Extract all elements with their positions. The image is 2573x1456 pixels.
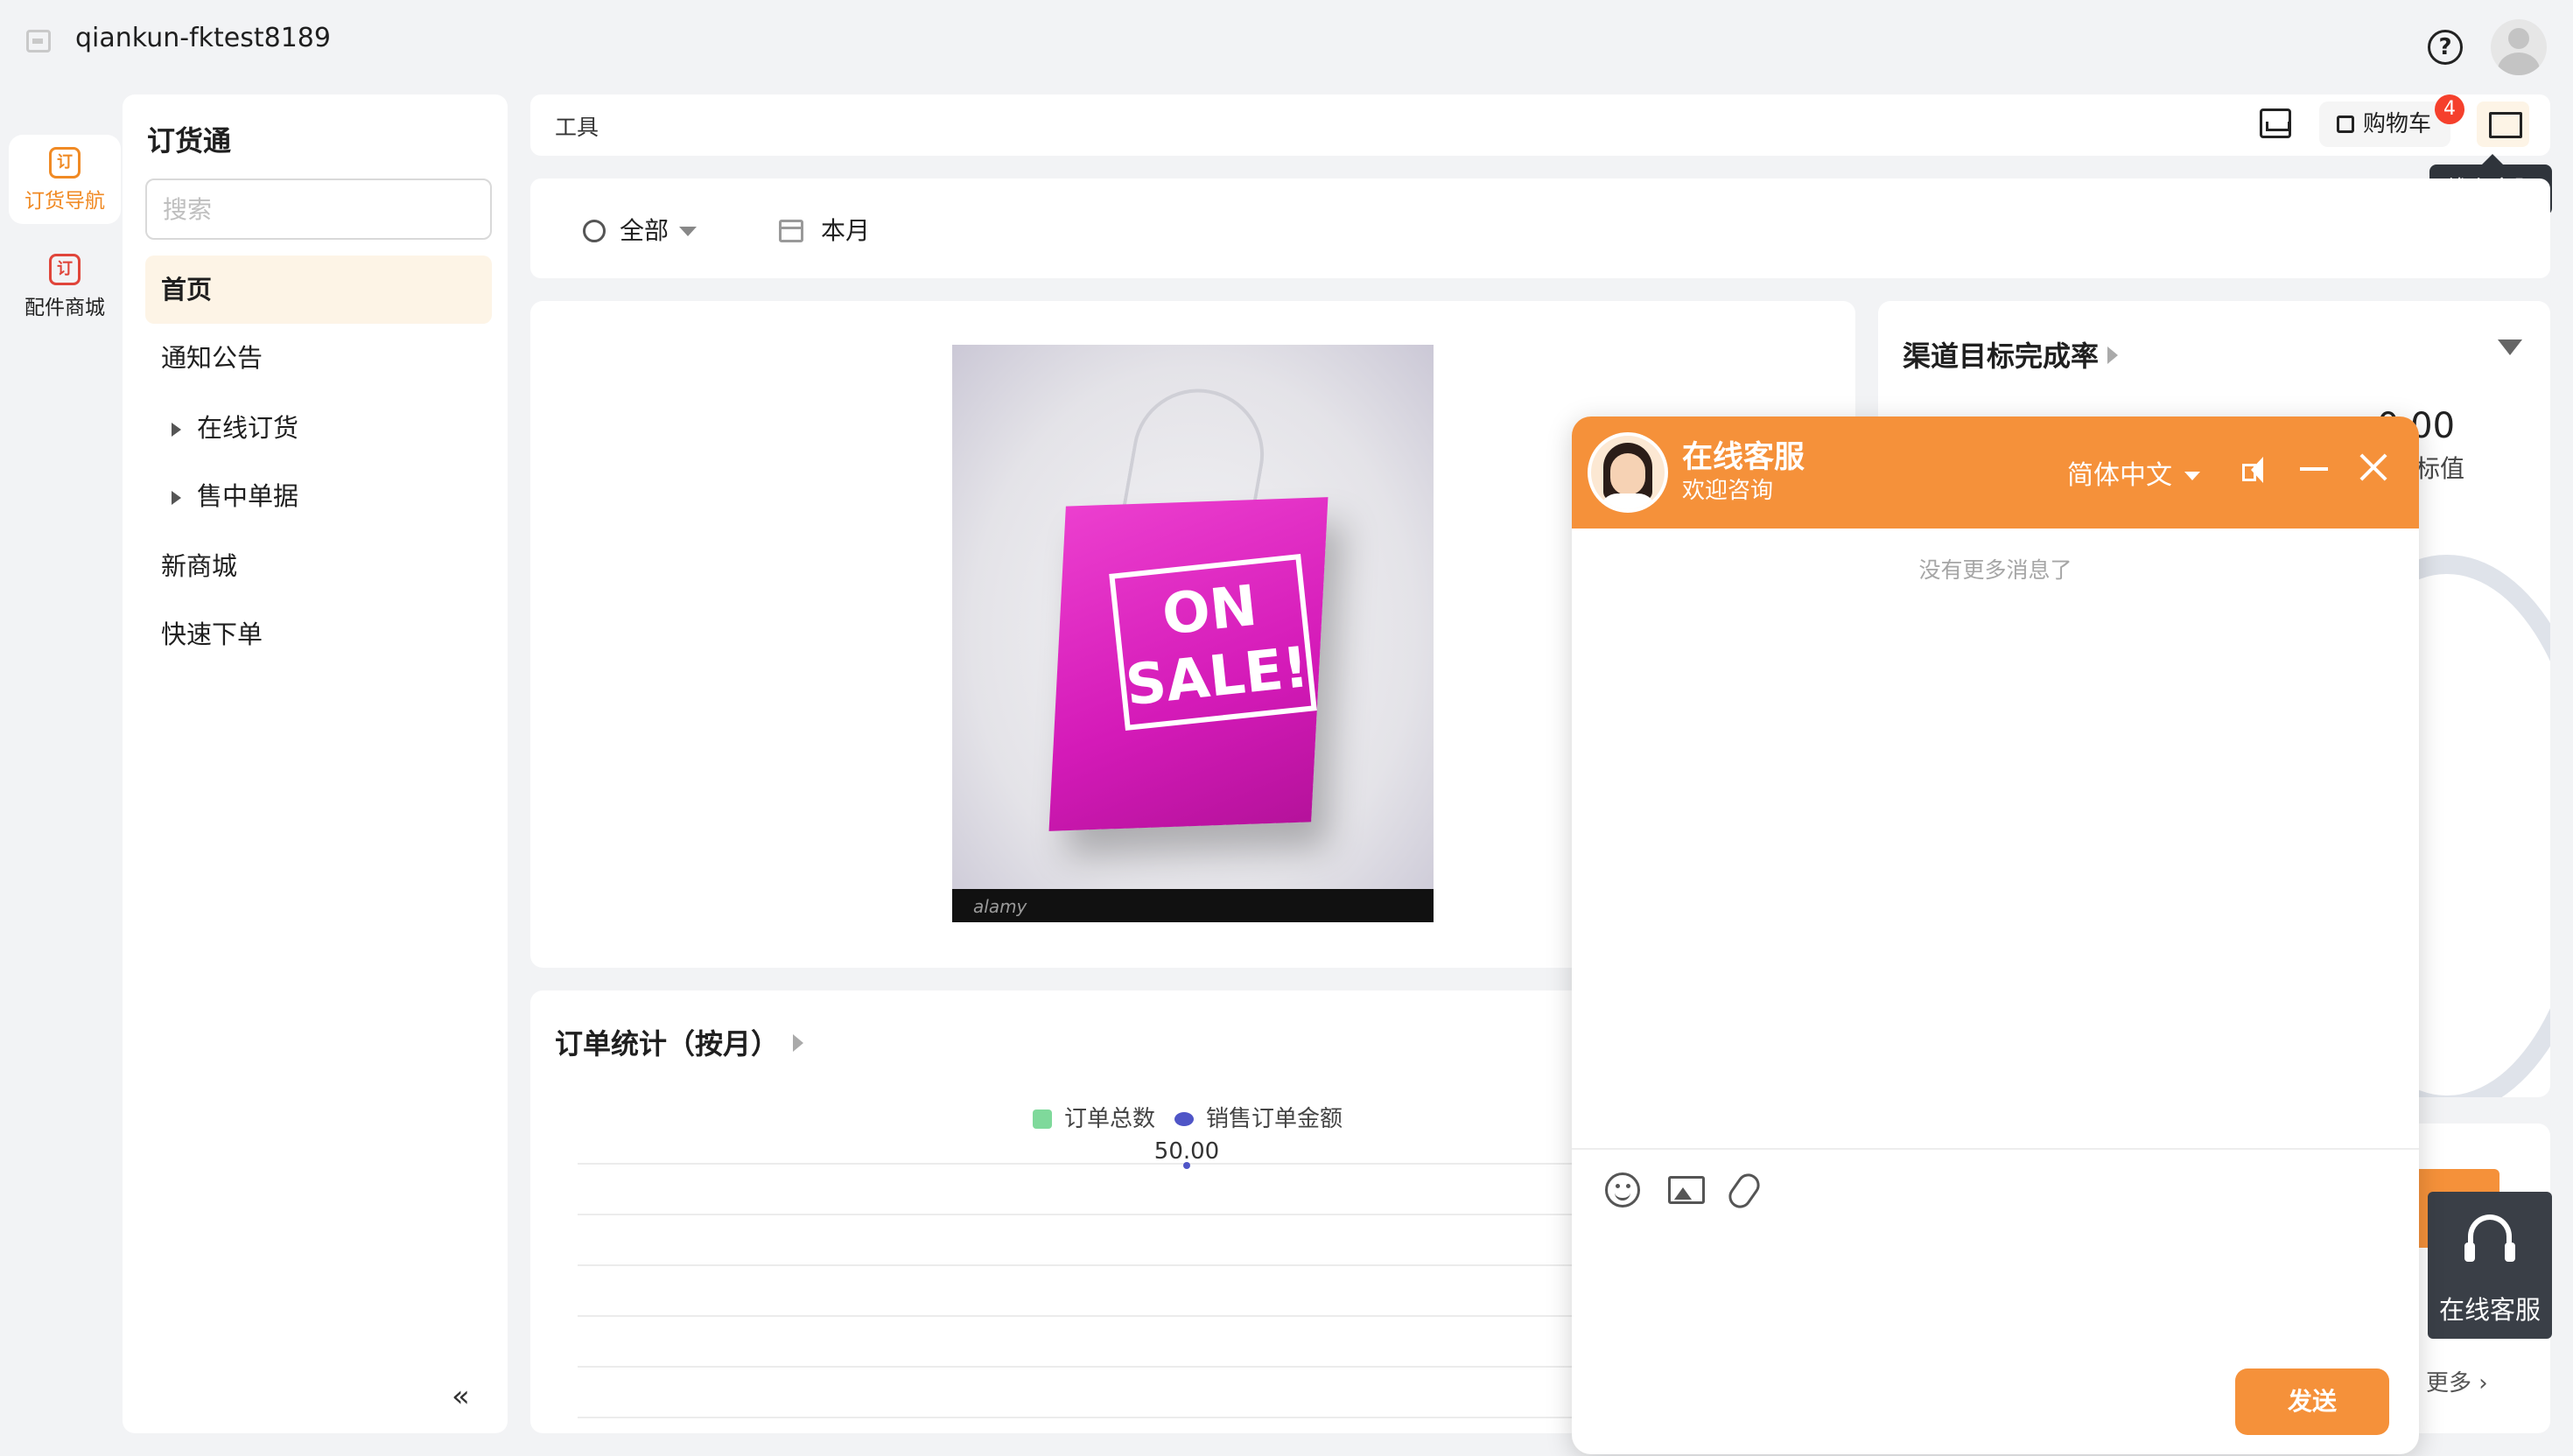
online-service-float-button[interactable]: 在线客服	[2428, 1192, 2552, 1339]
scope-filter-label: 全部	[620, 216, 670, 245]
speaker-mute-icon[interactable]	[2240, 455, 2272, 485]
nav-item-label: 首页	[161, 275, 213, 304]
user-circle-icon	[583, 220, 606, 242]
chat-title: 在线客服	[1682, 440, 1805, 475]
language-label: 简体中文	[2067, 460, 2172, 491]
cart-label: 购物车	[2363, 111, 2432, 137]
toolbar-label: 工具	[555, 115, 599, 140]
calendar-icon	[779, 220, 803, 242]
caret-down-icon	[2184, 472, 2200, 480]
language-select[interactable]: 简体中文	[2067, 453, 2200, 492]
agent-avatar	[1588, 432, 1668, 513]
channel-target-title-text: 渠道目标完成率	[1903, 340, 2100, 373]
attachment-icon[interactable]	[1724, 1169, 1764, 1213]
image-watermark: alamy	[973, 896, 1027, 917]
nav-title: 订货通	[147, 124, 232, 158]
rail-item-order-nav[interactable]: 订 订货导航	[9, 135, 121, 224]
order-nav-icon: 订	[49, 147, 81, 178]
channel-target-title[interactable]: 渠道目标完成率	[1903, 334, 2119, 374]
cart-count-badge: 4	[2435, 94, 2464, 124]
filter-icon[interactable]	[2498, 340, 2522, 355]
nav-panel: 订货通 首页 通知公告 在线订货 售中单据 新商城 快速下单 «	[123, 94, 508, 1433]
help-icon[interactable]: ?	[2428, 30, 2463, 65]
toolbar: 工具 购物车 4	[530, 94, 2550, 156]
nav-item-label: 在线订货	[197, 413, 299, 443]
scope-filter-dropdown[interactable]: 全部	[583, 212, 698, 247]
nav-item-online-order[interactable]: 在线订货	[145, 394, 492, 462]
nav-item-label: 通知公告	[161, 343, 263, 373]
app-icon	[26, 30, 51, 52]
nav-item-sales-docs[interactable]: 售中单据	[145, 462, 492, 530]
user-avatar[interactable]	[2491, 19, 2547, 75]
nav-item-notices[interactable]: 通知公告	[145, 324, 492, 392]
online-service-toggle-button[interactable]	[2477, 102, 2529, 147]
image-upload-icon[interactable]	[1668, 1176, 1705, 1204]
chat-header: 在线客服 欢迎咨询 简体中文	[1572, 416, 2419, 528]
no-more-messages-text: 没有更多消息了	[1918, 557, 2072, 583]
expand-triangle-icon[interactable]	[172, 491, 181, 505]
chat-divider	[1572, 1148, 2419, 1150]
chevron-right-icon	[2107, 346, 2119, 364]
top-bar: qiankun-fktest8189 ?	[0, 0, 2573, 84]
filter-bar: 全部 本月	[530, 178, 2550, 278]
cart-button[interactable]: 购物车	[2319, 102, 2450, 147]
nav-item-label: 快速下单	[161, 620, 263, 649]
rail-item-label: 配件商城	[25, 297, 105, 319]
headset-icon	[2464, 1214, 2515, 1262]
minimize-icon[interactable]	[2300, 467, 2328, 471]
sale-sign: ON SALE!	[1109, 553, 1317, 732]
nav-item-new-mall[interactable]: 新商城	[145, 532, 492, 600]
send-button[interactable]: 发送	[2235, 1368, 2389, 1435]
period-filter[interactable]: 本月	[779, 212, 870, 247]
online-service-float-label: 在线客服	[2438, 1295, 2541, 1325]
collapse-sidebar-icon[interactable]: «	[452, 1379, 470, 1414]
chat-subtitle: 欢迎咨询	[1682, 478, 1774, 504]
inbox-icon[interactable]	[2260, 108, 2291, 138]
search-input[interactable]	[145, 178, 492, 240]
period-filter-label: 本月	[821, 216, 871, 245]
target-value-label: 标值	[2415, 454, 2465, 483]
sale-banner-image[interactable]: ON SALE! alamy	[952, 345, 1434, 922]
nav-item-quick-order[interactable]: 快速下单	[145, 600, 492, 668]
caret-down-icon	[679, 227, 698, 236]
more-link[interactable]: 更多 ›	[2426, 1365, 2488, 1397]
chart-marks: 50.00	[1154, 1138, 1219, 1169]
nav-item-home[interactable]: 首页	[145, 256, 492, 324]
nav-item-label: 新商城	[161, 551, 238, 581]
chart-data-label: 50.00	[1154, 1138, 1219, 1165]
nav-item-label: 售中单据	[197, 481, 299, 511]
chat-window: 在线客服 欢迎咨询 简体中文 没有更多消息了 发送	[1572, 416, 2419, 1454]
close-icon[interactable]	[2358, 452, 2389, 483]
rail-item-parts-mall[interactable]: 订 配件商城	[9, 242, 121, 331]
emoji-icon[interactable]	[1605, 1172, 1640, 1208]
shopping-bag-icon	[2337, 116, 2354, 133]
rail-item-label: 订货导航	[25, 190, 105, 213]
app-title: qiankun-fktest8189	[75, 23, 331, 53]
parts-mall-icon: 订	[49, 254, 81, 285]
expand-triangle-icon[interactable]	[172, 423, 181, 437]
